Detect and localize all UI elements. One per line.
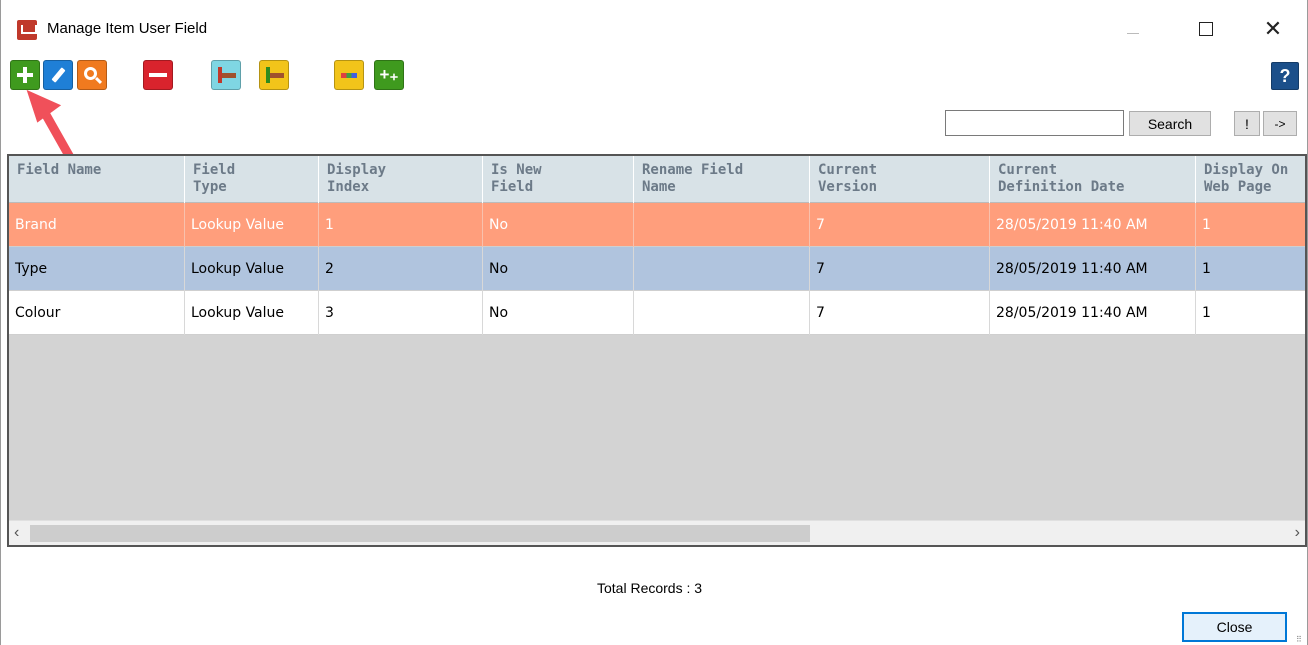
column-header-line: Name — [642, 179, 676, 195]
column-header[interactable]: Field Type — [185, 156, 319, 203]
down-arrow-icon — [218, 67, 222, 83]
fields-button[interactable] — [334, 60, 364, 90]
grid-header-row: Field Name Field Type Display Index Is New Fie… — [9, 156, 1305, 203]
column-header-line: Field — [193, 162, 236, 178]
next-button[interactable]: -> — [1263, 111, 1297, 136]
column-header-line: Rename Field — [642, 162, 744, 178]
table-cell: 1 — [1196, 291, 1305, 335]
magnifier-icon — [83, 66, 97, 80]
scrollbar-thumb[interactable] — [30, 525, 810, 542]
table-cell: Lookup Value — [185, 247, 319, 291]
table-row[interactable]: Type Lookup Value 2 No 7 28/05/2019 11:40 AM 1 — [9, 247, 1305, 291]
column-header-line: Field — [491, 179, 534, 195]
column-header-line: Index — [327, 179, 370, 195]
move-down-button[interactable] — [211, 60, 241, 90]
close-window-button[interactable]: ✕ — [1253, 14, 1293, 44]
search-button[interactable]: Search — [1129, 111, 1211, 136]
scroll-left-icon[interactable]: ‹ — [14, 524, 19, 542]
column-header-line: Web Page — [1204, 179, 1272, 195]
column-header-line: Display On — [1204, 162, 1289, 178]
manage-item-user-field-window: Manage Item User Field ✕ +₊ ? Search ! -… — [0, 0, 1308, 645]
horizontal-scrollbar[interactable]: ‹ › — [9, 520, 1305, 545]
column-header[interactable]: Rename Field Name — [634, 156, 810, 203]
table-cell: 3 — [319, 291, 483, 335]
table-cell: No — [483, 247, 634, 291]
table-cell: 28/05/2019 11:40 AM — [990, 291, 1196, 335]
column-header-line: Type — [193, 179, 227, 195]
column-header-line: Version — [818, 179, 878, 195]
search-input[interactable] — [945, 110, 1124, 136]
up-arrow-icon — [266, 67, 270, 83]
scroll-right-icon[interactable]: › — [1295, 524, 1300, 542]
table-cell: 28/05/2019 11:40 AM — [990, 203, 1196, 247]
table-cell: 1 — [1196, 247, 1305, 291]
fields-icon — [341, 72, 357, 78]
table-cell: 2 — [319, 247, 483, 291]
table-cell: Type — [9, 247, 185, 291]
exclamation-button[interactable]: ! — [1234, 111, 1260, 136]
table-cell: No — [483, 203, 634, 247]
column-header[interactable]: Current Definition Date — [990, 156, 1196, 203]
user-field-grid[interactable]: Field Name Field Type Display Index Is New Fie… — [7, 154, 1307, 547]
table-cell: No — [483, 291, 634, 335]
table-cell: 7 — [810, 291, 990, 335]
table-cell: Lookup Value — [185, 203, 319, 247]
column-header-line: Current — [818, 162, 878, 178]
maximize-button[interactable] — [1186, 14, 1226, 44]
minimize-button[interactable] — [1113, 14, 1153, 44]
table-cell — [634, 291, 810, 335]
column-header-line: Display — [327, 162, 387, 178]
maximize-icon — [1199, 22, 1213, 36]
table-cell: 7 — [810, 247, 990, 291]
table-cell — [634, 203, 810, 247]
column-header[interactable]: Is New Field — [483, 156, 634, 203]
table-cell: Brand — [9, 203, 185, 247]
column-header-line: Is New — [491, 162, 542, 178]
pencil-icon — [50, 67, 66, 83]
column-header[interactable]: Field Name — [9, 156, 185, 203]
column-header[interactable]: Display On Web Page — [1196, 156, 1305, 203]
field-bar-icon — [222, 72, 236, 78]
table-cell: 1 — [319, 203, 483, 247]
table-cell: 28/05/2019 11:40 AM — [990, 247, 1196, 291]
cart-icon — [17, 20, 37, 40]
table-row[interactable]: Brand Lookup Value 1 No 7 28/05/2019 11:40 AM… — [9, 203, 1305, 247]
delete-button[interactable] — [143, 60, 173, 90]
close-button[interactable]: Close — [1182, 612, 1287, 642]
table-cell — [634, 247, 810, 291]
column-header-line: Current — [998, 162, 1058, 178]
column-header-line: Definition Date — [998, 179, 1125, 195]
total-records: Total Records : 3 — [597, 580, 703, 596]
column-header[interactable]: Current Version — [810, 156, 990, 203]
window-title: Manage Item User Field — [47, 20, 208, 37]
help-button[interactable]: ? — [1271, 62, 1299, 90]
column-header-line: Field Name — [17, 162, 102, 178]
add-field-button[interactable]: +₊ — [374, 60, 404, 90]
table-cell: 1 — [1196, 203, 1305, 247]
column-header[interactable]: Display Index — [319, 156, 483, 203]
resize-grip-icon[interactable]: ⠿ — [1296, 635, 1304, 644]
field-bar-icon — [270, 72, 284, 78]
table-row[interactable]: Colour Lookup Value 3 No 7 28/05/2019 11:40 A… — [9, 291, 1305, 335]
title-bar: Manage Item User Field ✕ — [1, 0, 1307, 50]
minimize-icon — [1127, 32, 1139, 34]
minus-icon — [149, 73, 167, 77]
move-up-button[interactable] — [259, 60, 289, 90]
table-cell: Colour — [9, 291, 185, 335]
table-cell: 7 — [810, 203, 990, 247]
table-cell: Lookup Value — [185, 291, 319, 335]
